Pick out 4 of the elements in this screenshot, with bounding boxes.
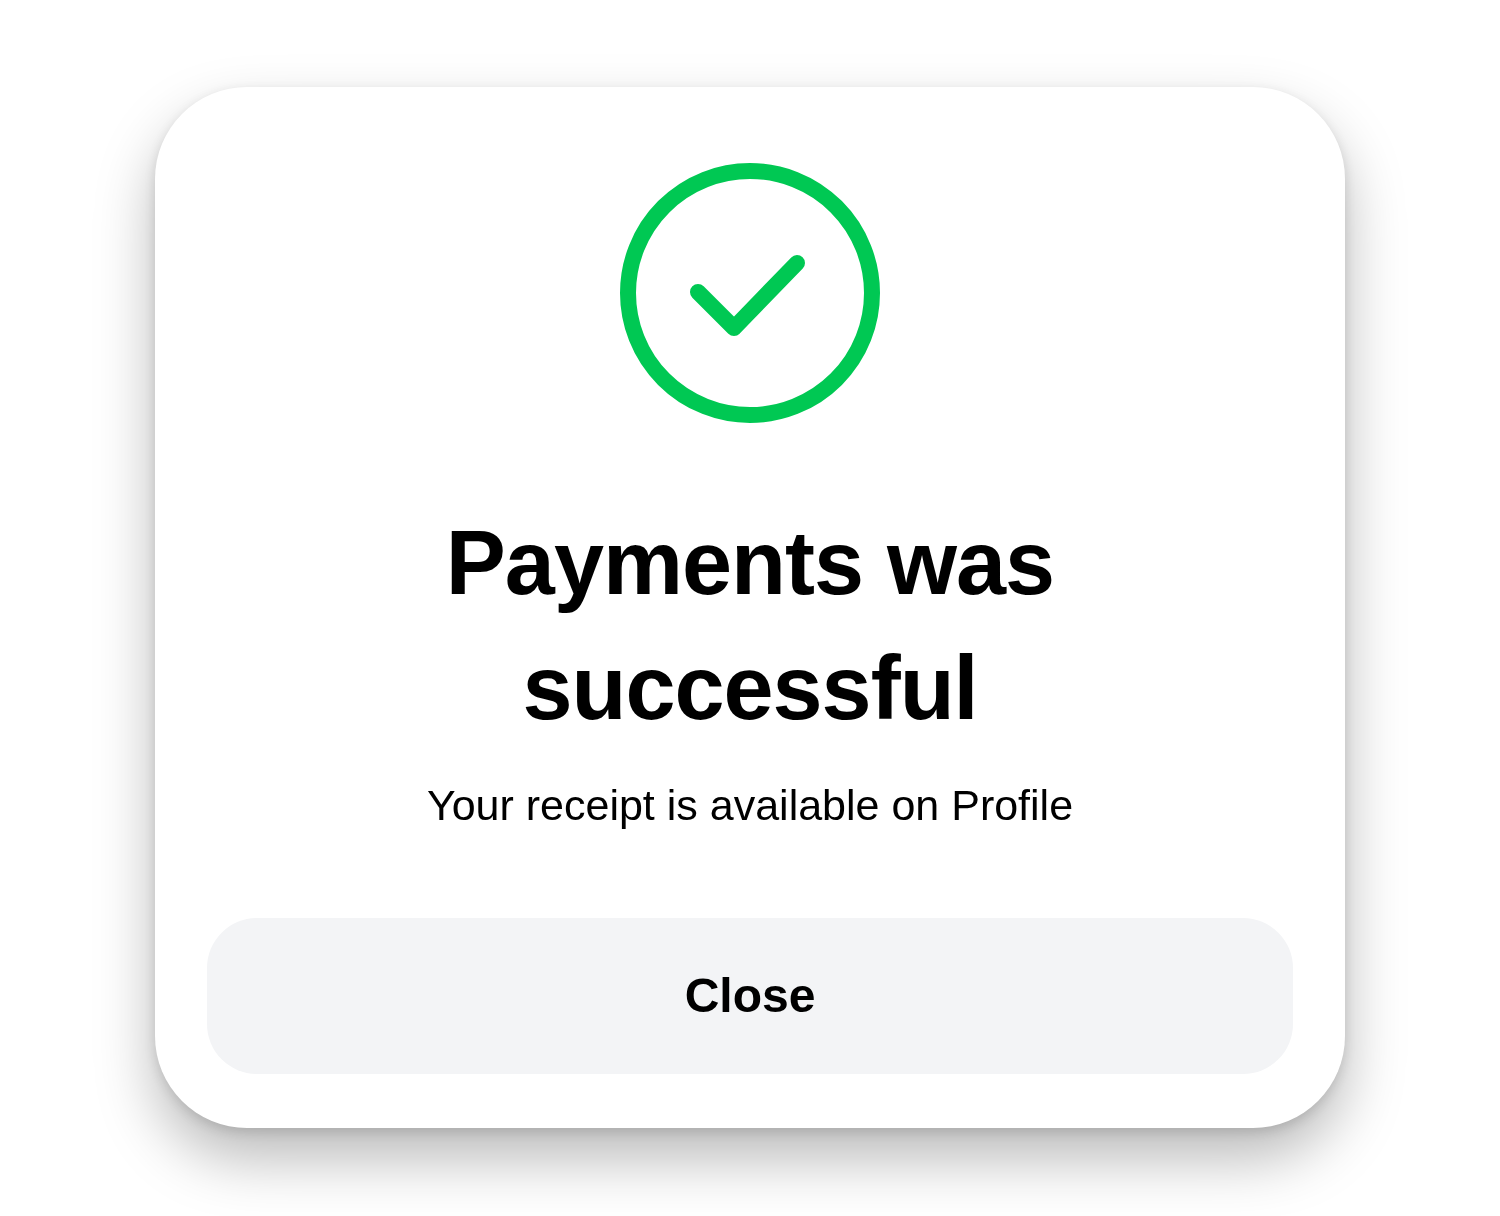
dialog-message: Your receipt is available on Profile (426, 780, 1074, 831)
check-circle-icon (620, 163, 880, 423)
close-button[interactable]: Close (207, 918, 1293, 1074)
dialog-title: Payments was successful (444, 512, 1056, 740)
